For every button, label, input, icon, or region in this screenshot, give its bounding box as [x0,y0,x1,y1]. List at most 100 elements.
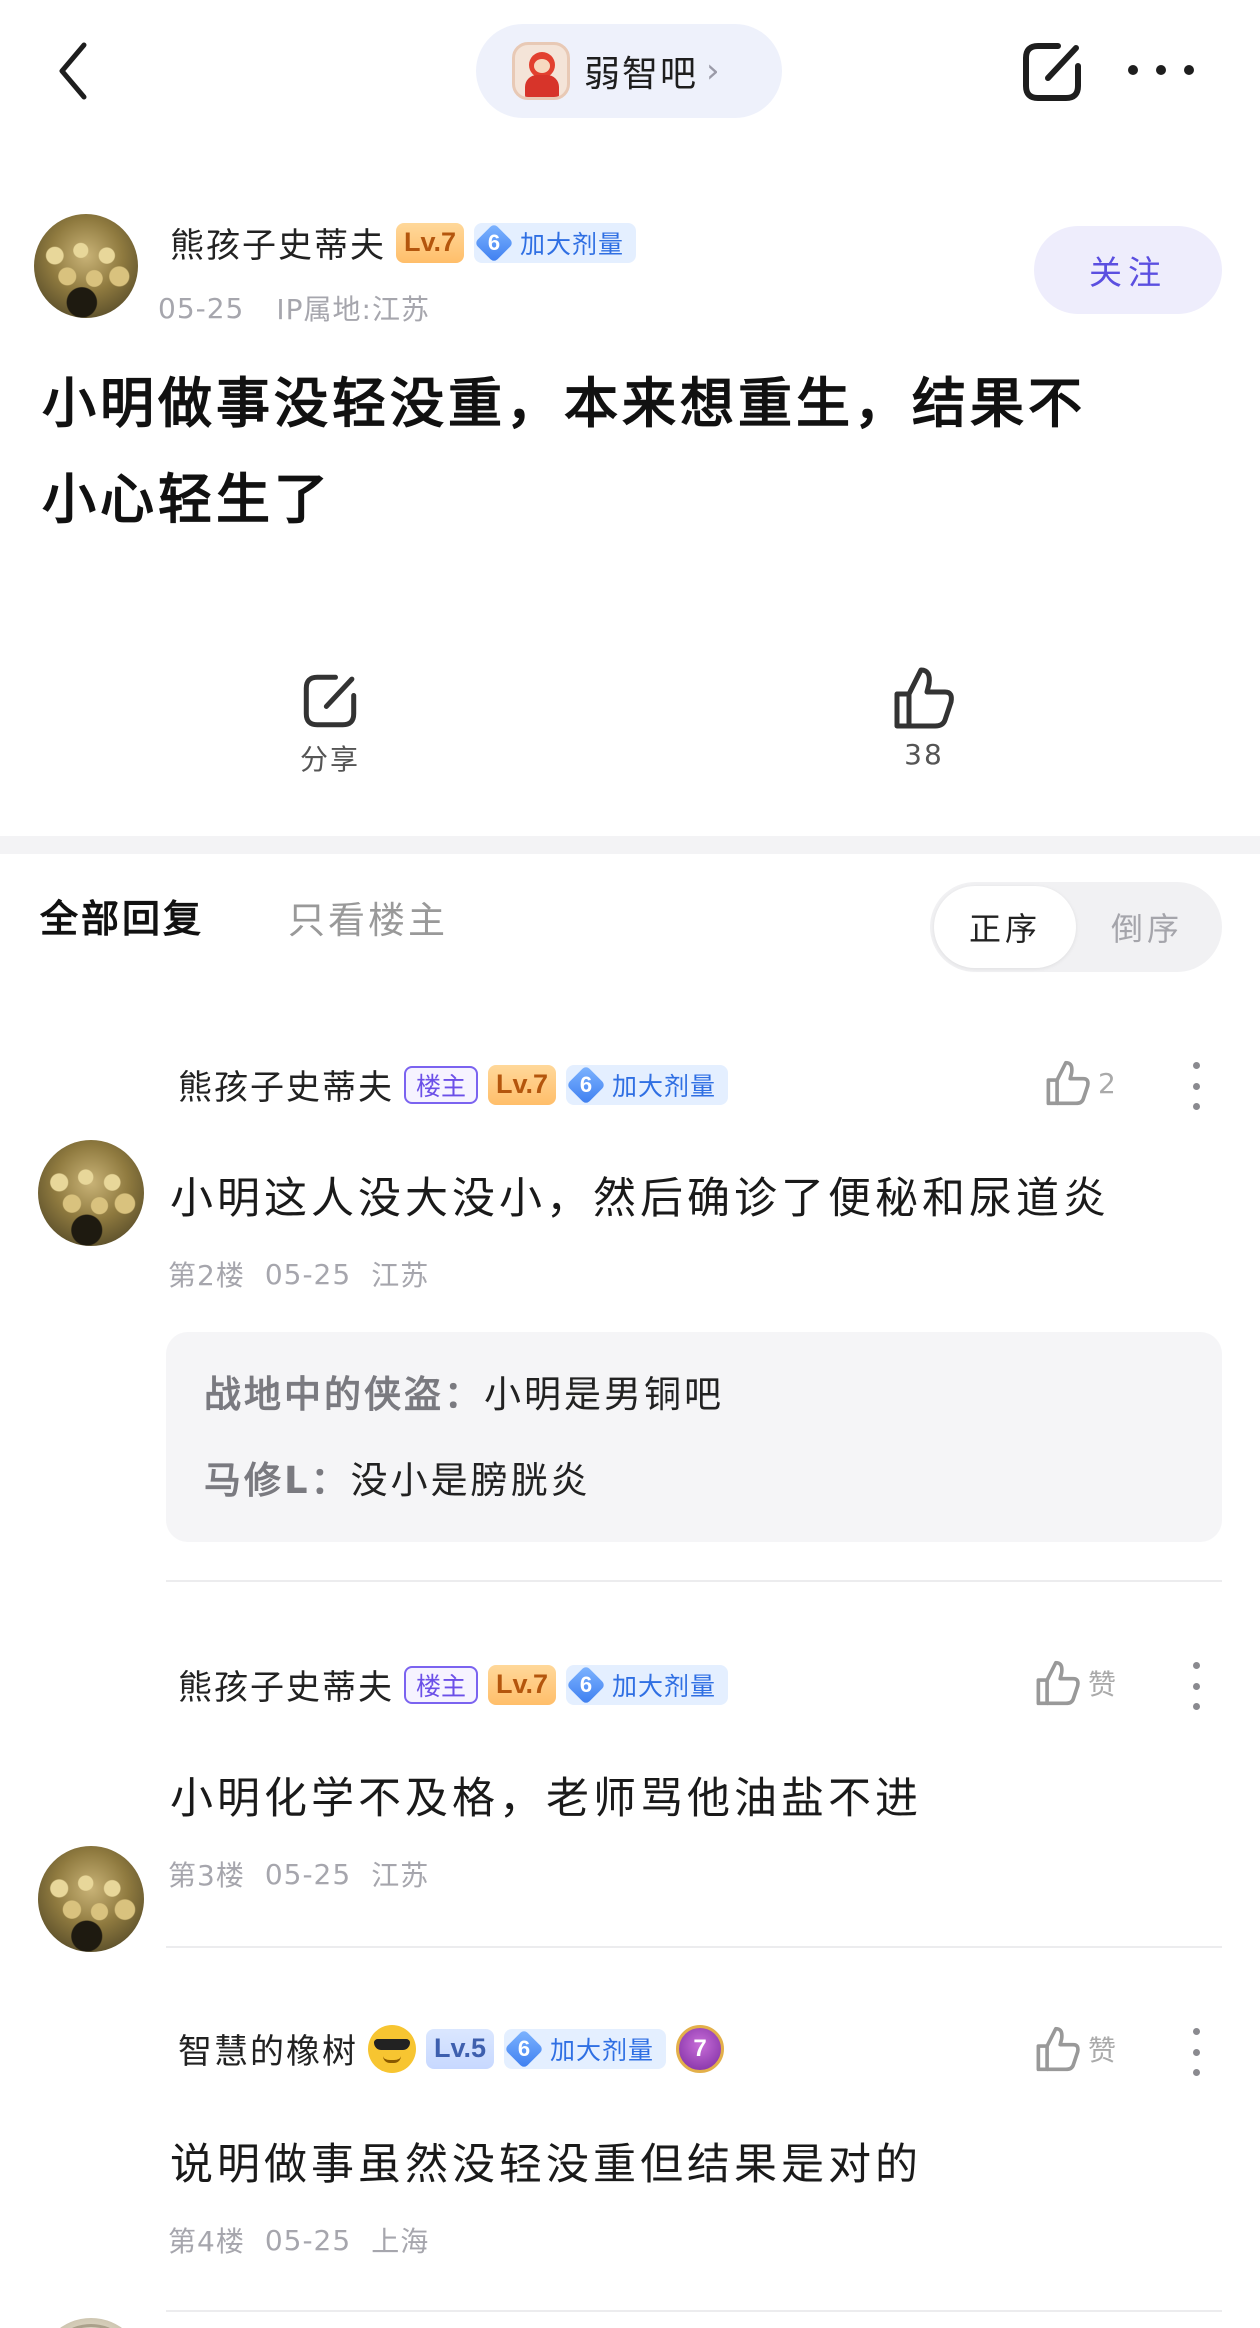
thumbs-up-icon [894,667,954,729]
reply-author-name[interactable]: 熊孩子史蒂夫 [178,1060,394,1109]
chevron-right-icon: › [706,51,720,91]
reply-like-button[interactable]: 赞 [1034,1658,1116,1708]
reply-divider [166,1580,1222,1582]
like-action[interactable]: 38 [884,664,964,771]
post-title: 小明做事没轻没重，本来想重生，结果不 小心轻生了 [42,356,1222,548]
reply-date: 05-25 [264,1257,352,1291]
reply-text: 小明这人没大没小，然后确诊了便秘和尿道炎 [170,1174,1110,1224]
tab-op-only[interactable]: 只看楼主 [288,890,448,944]
author-name[interactable]: 熊孩子史蒂夫 [170,218,386,267]
reply-author-name[interactable]: 熊孩子史蒂夫 [178,1660,394,1709]
title-badge-text: 加大剂量 [550,2035,655,2065]
share-label: 分享 [299,743,360,776]
level-badge: Lv.7 [488,1064,557,1105]
thumbs-up-icon [1046,1060,1090,1106]
tab-all-replies[interactable]: 全部回复 [40,888,204,943]
chevron-left-icon [59,42,87,100]
post-date: 05-25 [158,291,245,325]
post-title-line: 小明做事没轻没重，本来想重生，结果不 [42,372,1086,435]
reply-like-label: 赞 [1088,2034,1117,2067]
title-badge: 6 加大剂量 [504,2028,667,2069]
level-badge: Lv.7 [488,1664,557,1705]
sunglasses-emoji-icon [368,2024,416,2073]
follow-button[interactable]: 关注 [1034,226,1222,314]
reply-avatar[interactable] [38,1140,144,1246]
thumbs-up-icon [1036,2026,1080,2072]
reply-more-button[interactable] [1190,1062,1202,1110]
reply-text: 小明化学不及格，老师骂他油盐不进 [170,1774,922,1824]
sub-reply-text: 小明是男铜吧 [484,1373,724,1416]
reply-like-label: 赞 [1088,1668,1117,1701]
reply-author-row: 熊孩子史蒂夫 楼主 Lv.7 6 加大剂量 [178,1660,729,1709]
reply-date: 05-25 [264,1857,352,1891]
share-button[interactable] [1018,38,1086,106]
more-dot [1184,65,1194,75]
sort-toggle: 正序 倒序 [930,882,1222,972]
reply-like-count: 2 [1098,1066,1116,1100]
floor-number: 第2楼 [168,1259,245,1292]
sort-desc-button[interactable]: 倒序 [1076,886,1218,968]
op-badge: 楼主 [404,1665,479,1704]
title-badge-text: 加大剂量 [520,229,625,259]
medal-icon: 7 [676,2024,725,2073]
reply-meta: 第3楼 05-25 江苏 [168,1854,429,1894]
post-meta: 05-25 IP属地:江苏 [158,288,430,328]
reply-author-name[interactable]: 智慧的橡树 [178,2024,358,2073]
sub-reply: 战地中的侠盗：小明是男铜吧 [204,1373,724,1416]
share-icon [303,674,357,728]
author-row: 熊孩子史蒂夫 Lv.7 6 加大剂量 [170,218,637,267]
diamond-icon: 6 [566,1664,606,1705]
reply-like-button[interactable]: 2 [1044,1058,1116,1108]
reply-more-button[interactable] [1190,2028,1202,2076]
reply-location: 江苏 [371,1859,430,1892]
sub-reply-author[interactable]: 马修L [204,1459,311,1502]
reply-author-row: 智慧的橡树 Lv.5 6 加大剂量 7 [178,2024,725,2073]
diamond-icon: 6 [474,222,514,263]
reply-author-row: 熊孩子史蒂夫 楼主 Lv.7 6 加大剂量 [178,1060,729,1109]
thumbs-up-icon [1036,1660,1080,1706]
post-title-line: 小心轻生了 [42,468,332,531]
level-badge: Lv.7 [396,222,465,263]
like-count: 38 [904,738,944,771]
forum-avatar-icon [512,42,570,100]
share-icon [1023,43,1081,101]
reply-location: 上海 [371,2225,430,2258]
more-button[interactable] [1128,48,1194,92]
sub-reply: 马修L：没小是膀胱炎 [204,1459,591,1502]
reply-text: 说明做事虽然没轻没重但结果是对的 [170,2140,922,2190]
more-dot [1128,65,1138,75]
reply-date: 05-25 [264,2223,352,2257]
floor-number: 第3楼 [168,1859,245,1892]
title-badge: 6 加大剂量 [566,1664,729,1705]
post-ip: IP属地:江苏 [276,293,430,326]
back-button[interactable] [48,36,98,106]
section-divider [0,836,1260,854]
title-badge-text: 加大剂量 [612,1071,717,1101]
level-badge: Lv.5 [426,2028,495,2069]
reply-meta: 第2楼 05-25 江苏 [168,1254,429,1294]
reply-like-button[interactable]: 赞 [1034,2024,1116,2074]
title-badge-text: 加大剂量 [612,1671,717,1701]
reply-meta: 第4楼 05-25 上海 [168,2220,429,2260]
forum-entry[interactable]: 弱智吧 › [476,24,782,118]
sub-reply-author[interactable]: 战地中的侠盗 [204,1373,444,1416]
sub-reply-box[interactable]: 战地中的侠盗：小明是男铜吧 马修L：没小是膀胱炎 [166,1332,1222,1542]
floor-number: 第4楼 [168,2225,245,2258]
reply-avatar[interactable] [38,2318,144,2328]
reply-avatar[interactable] [38,1846,144,1952]
more-dot [1156,65,1166,75]
reply-location: 江苏 [371,1259,430,1292]
sort-asc-button[interactable]: 正序 [934,886,1076,968]
reply-divider [166,1946,1222,1948]
reply-divider [166,2310,1222,2312]
sub-reply-text: 没小是膀胱炎 [350,1459,591,1502]
op-badge: 楼主 [404,1065,479,1104]
diamond-icon: 6 [566,1064,606,1105]
author-avatar[interactable] [34,214,138,318]
title-badge: 6 加大剂量 [474,222,637,263]
diamond-icon: 6 [504,2028,544,2069]
title-badge: 6 加大剂量 [566,1064,729,1105]
reply-more-button[interactable] [1190,1662,1202,1710]
share-action[interactable]: 分享 [290,670,370,778]
forum-name: 弱智吧 [584,54,699,95]
